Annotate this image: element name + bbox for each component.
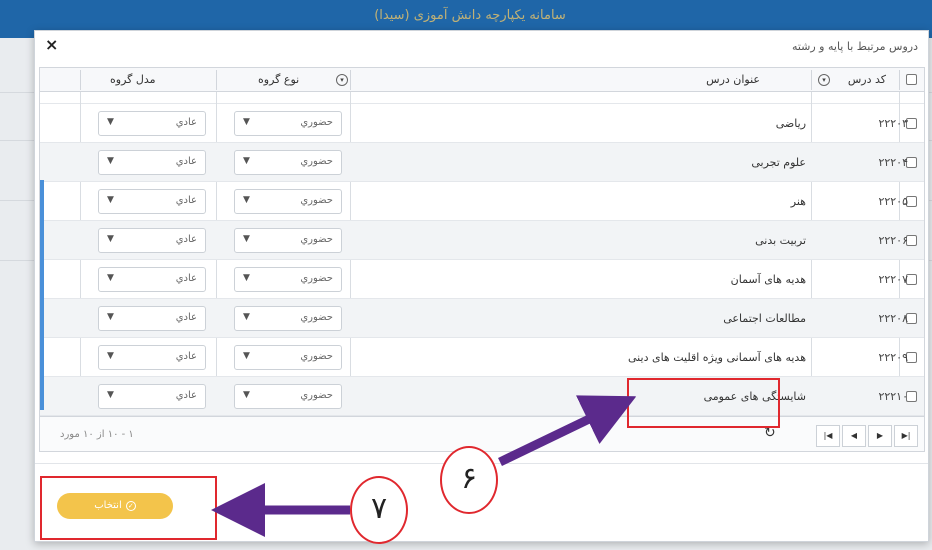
- arrow-to-course: [498, 395, 637, 467]
- step-6-marker: ۶: [440, 446, 498, 514]
- step-7-marker: ۷: [350, 476, 408, 544]
